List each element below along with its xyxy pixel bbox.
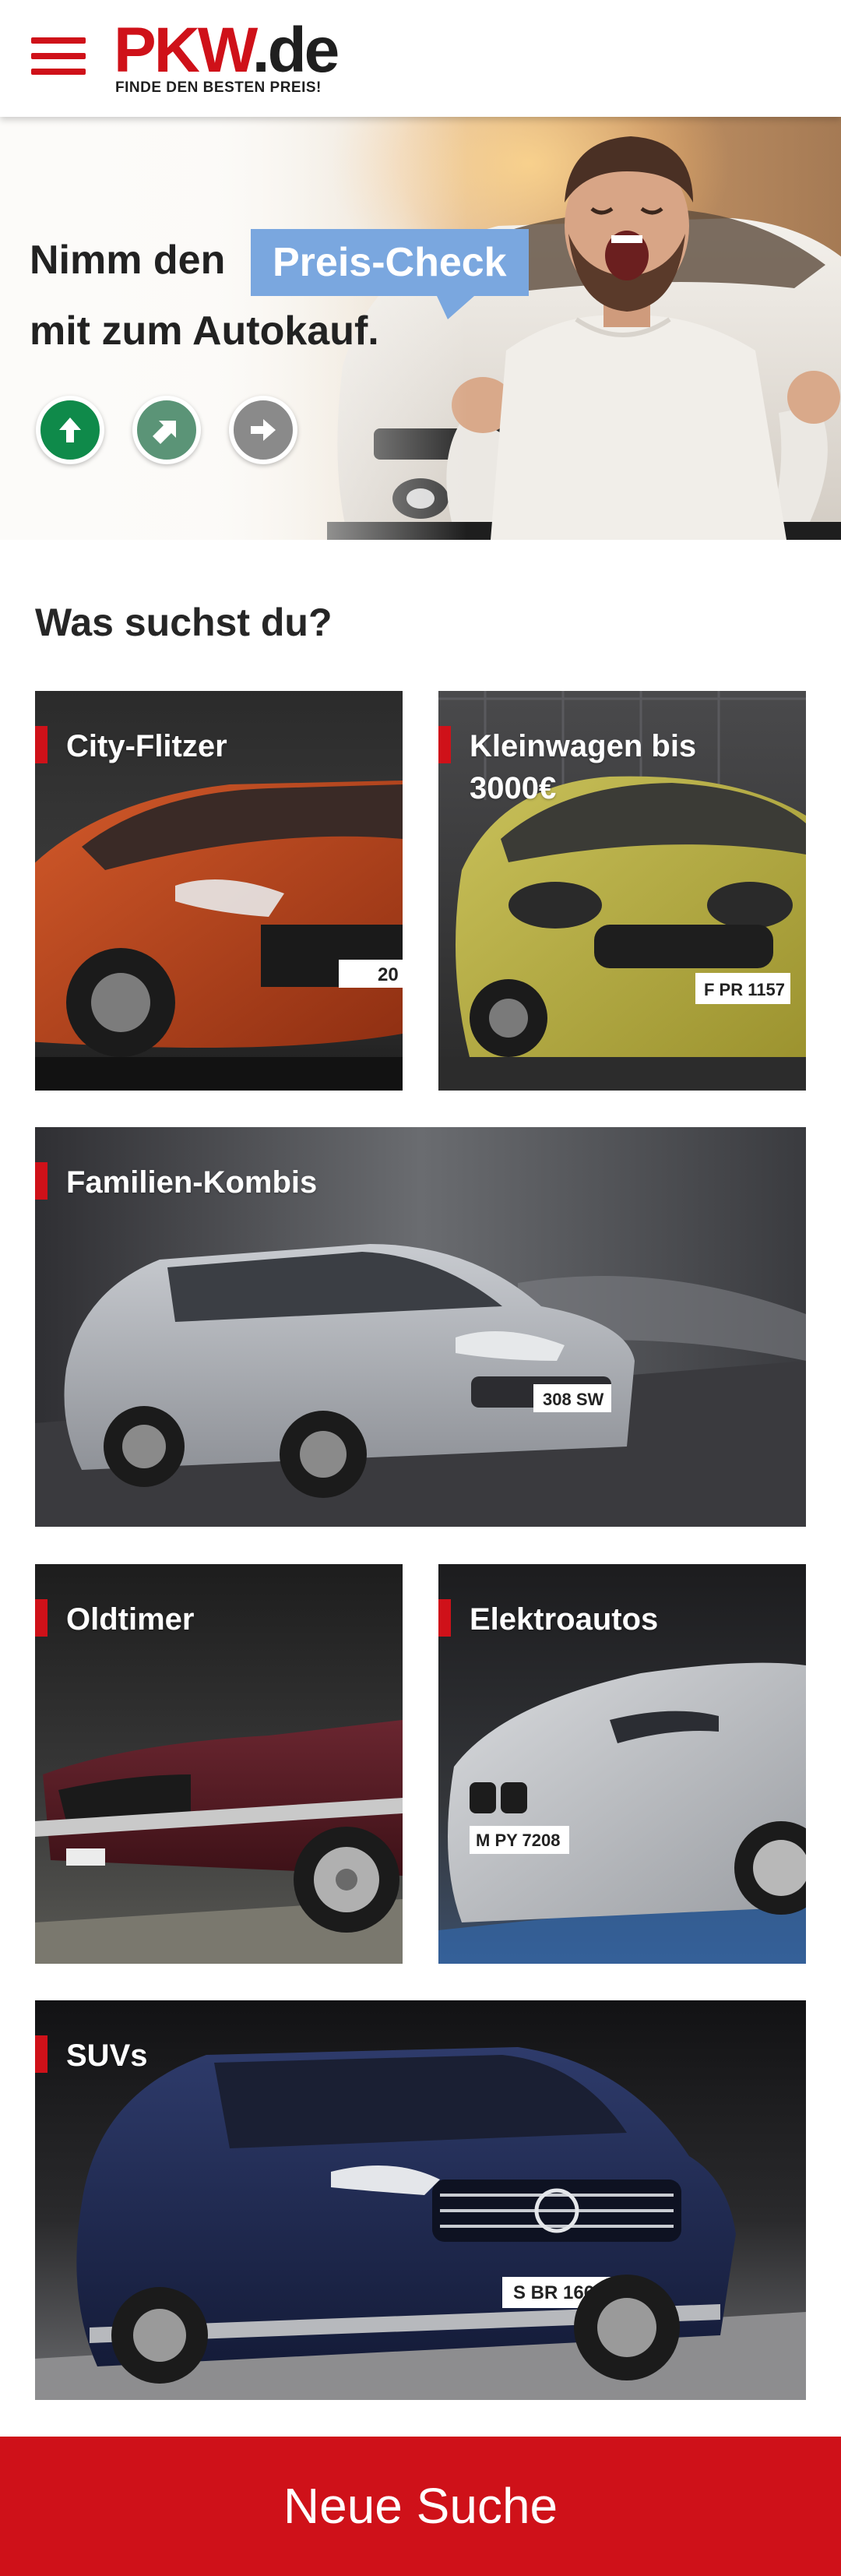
hero-headline-line2: mit zum Autokauf. (30, 308, 379, 354)
tile-accent-bar (438, 726, 451, 763)
kombi-plate: 308 SW (543, 1390, 603, 1409)
arrow-right-button[interactable] (229, 396, 297, 464)
section-title: Was suchst du? (35, 601, 333, 644)
arrow-up-right-button[interactable] (132, 396, 201, 464)
category-tile-city-flitzer[interactable]: 20 City-Flitzer (35, 691, 403, 1091)
elektro-plate: M PY 7208 (476, 1831, 560, 1850)
site-header: PKW.de FINDE DEN BESTEN PREIS! (0, 0, 841, 117)
arrow-up-button[interactable] (36, 396, 104, 464)
kleinwagen-plate: F PR 1157 (704, 980, 785, 999)
logo-wordmark: PKW.de (114, 15, 340, 86)
category-tile-kleinwagen[interactable]: F PR 1157 Kleinwagen bis 3000€ (438, 691, 806, 1091)
menu-icon[interactable] (31, 34, 86, 78)
tile-accent-bar (35, 726, 48, 763)
category-tile-elektroautos[interactable]: M PY 7208 Elektroautos (438, 1564, 806, 1964)
tile-accent-bar (35, 2035, 48, 2073)
category-label: Familien-Kombis (66, 1165, 318, 1200)
category-tile-oldtimer[interactable]: Oldtimer (35, 1564, 403, 1964)
arrow-up-right-icon (153, 421, 176, 444)
hero-person-image (446, 136, 840, 540)
city-plate: 20 (378, 964, 399, 985)
preis-check-badge: Preis-Check (251, 229, 529, 319)
logo-tagline: FINDE DEN BESTEN PREIS! (115, 79, 322, 96)
arrow-right-icon (251, 419, 276, 441)
hero-headline-line1: Nimm den (30, 238, 226, 283)
neue-suche-button[interactable]: Neue Suche (0, 2437, 841, 2576)
category-label: Kleinwagen bis 3000€ (470, 729, 697, 805)
category-label: Elektroautos (470, 1602, 659, 1637)
site-logo[interactable]: PKW.de FINDE DEN BESTEN PREIS! (114, 16, 347, 101)
category-tile-suvs[interactable]: S BR 1660 SUVs (35, 2000, 806, 2400)
category-label: City-Flitzer (66, 729, 227, 763)
arrow-up-icon (59, 418, 81, 442)
category-label: Oldtimer (66, 1602, 195, 1637)
tile-accent-bar (35, 1162, 48, 1200)
hero-banner: Nimm den Preis-Check mit zum Autokauf. (0, 117, 841, 540)
tile-accent-bar (438, 1599, 451, 1637)
category-label: SUVs (66, 2039, 148, 2073)
category-tile-familien-kombis[interactable]: 308 SW Familien-Kombis (35, 1127, 806, 1527)
tile-accent-bar (35, 1599, 48, 1637)
